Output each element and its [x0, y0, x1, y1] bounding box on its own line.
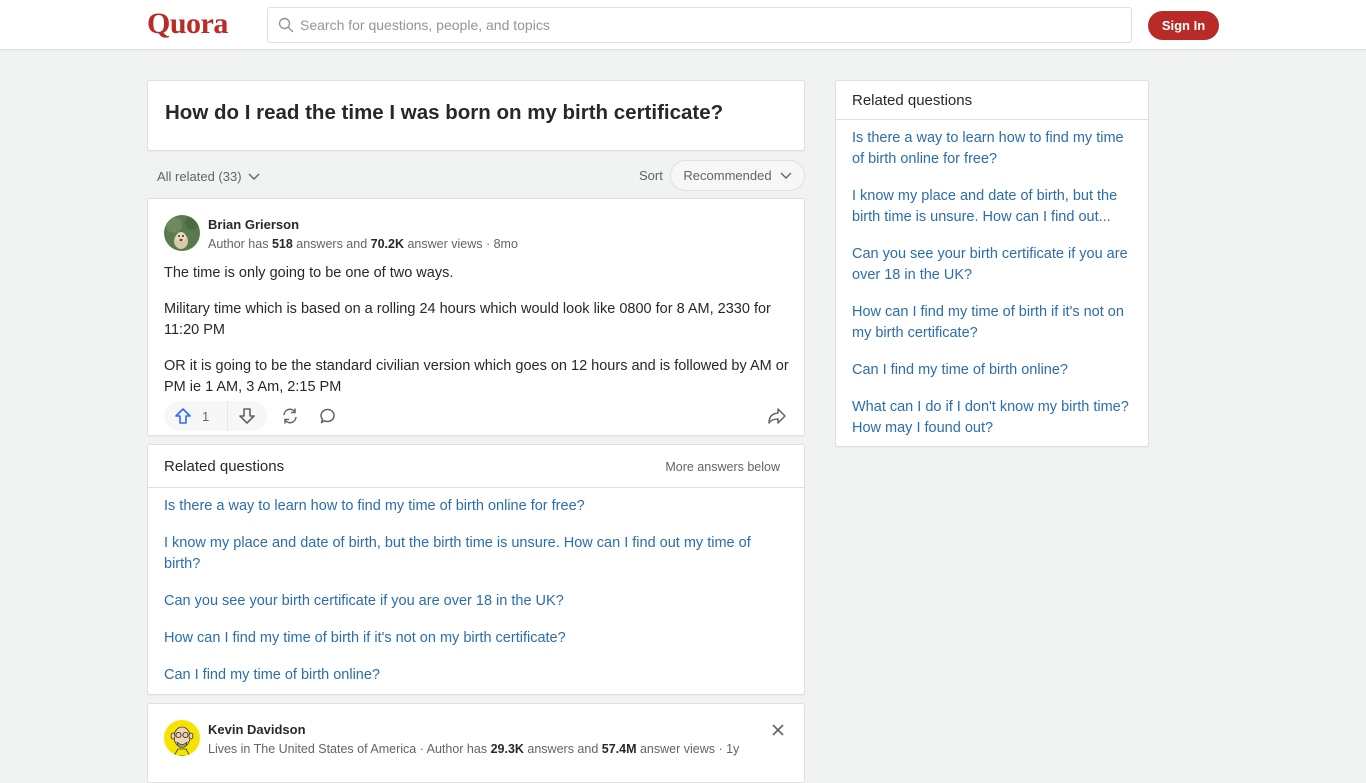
answer-card: Kevin Davidson Lives in The United State…	[147, 703, 805, 783]
answer-card: Brian Grierson Author has 518 answers an…	[147, 198, 805, 436]
downvote-icon	[239, 408, 255, 424]
answer-body: The time is only going to be one of two …	[164, 263, 790, 413]
sidebar-question-link[interactable]: How can I find my time of birth if it's …	[852, 302, 1137, 344]
chevron-down-icon	[780, 172, 792, 179]
question-title: How do I read the time I was born on my …	[165, 101, 724, 124]
answer-paragraph: OR it is going to be the standard civili…	[164, 358, 789, 395]
sidebar-header: Related questions	[836, 81, 1148, 120]
quora-logo[interactable]: Quora	[147, 7, 228, 41]
search-input[interactable]	[300, 17, 1100, 33]
answer-actions: 1	[164, 401, 790, 431]
sort-label: Sort	[639, 168, 663, 183]
sidebar-title: Related questions	[852, 92, 973, 109]
related-question-link[interactable]: How can I find my time of birth if it's …	[164, 628, 789, 649]
author-credentials: Author has 518 answers and 70.2K answer …	[208, 237, 518, 251]
related-question-link[interactable]: Can I find my time of birth online?	[164, 665, 789, 686]
sidebar-question-link[interactable]: Can you see your birth certificate if yo…	[852, 244, 1137, 286]
chevron-down-icon	[248, 173, 260, 180]
more-answers-below: More answers below	[665, 460, 780, 474]
sort-dropdown[interactable]: Recommended	[670, 160, 805, 191]
sign-in-button[interactable]: Sign In	[1148, 11, 1219, 40]
related-question-link[interactable]: I know my place and date of birth, but t…	[164, 533, 789, 575]
related-question-link[interactable]: Can you see your birth certificate if yo…	[164, 591, 789, 612]
sort-value: Recommended	[683, 168, 772, 183]
search-box[interactable]	[267, 7, 1132, 43]
related-questions-inline: Related questions More answers below Is …	[147, 444, 805, 695]
sidebar-question-link[interactable]: What can I do if I don't know my birth t…	[852, 397, 1137, 439]
dismiss-button[interactable]	[768, 720, 788, 740]
related-question-link[interactable]: Is there a way to learn how to find my t…	[164, 496, 789, 517]
all-related-label: All related (33)	[157, 169, 242, 184]
author-name[interactable]: Kevin Davidson	[208, 722, 306, 737]
comment-button[interactable]	[313, 401, 343, 431]
question-card: How do I read the time I was born on my …	[147, 80, 805, 151]
share-icon	[768, 408, 786, 424]
repost-icon	[283, 408, 297, 424]
upvote-count: 1	[202, 408, 210, 424]
avatar[interactable]	[164, 720, 200, 756]
sidebar-list: Is there a way to learn how to find my t…	[852, 128, 1137, 455]
share-button[interactable]	[762, 401, 792, 431]
downvote-button[interactable]	[228, 401, 266, 431]
related-title: Related questions	[164, 458, 285, 475]
answer-paragraph: Military time which is based on a rollin…	[164, 301, 771, 338]
related-list: Is there a way to learn how to find my t…	[164, 496, 789, 702]
sidebar-question-link[interactable]: I know my place and date of birth, but t…	[852, 186, 1137, 228]
sidebar-related-questions: Related questions Is there a way to lear…	[835, 80, 1149, 447]
share-repost-button[interactable]	[275, 401, 305, 431]
sidebar-question-link[interactable]: Can I find my time of birth online?	[852, 360, 1137, 381]
vote-group: 1	[164, 401, 267, 431]
related-header: Related questions More answers below	[148, 445, 804, 488]
top-bar: Quora Sign In	[0, 0, 1366, 50]
upvote-icon	[175, 408, 191, 424]
avatar[interactable]	[164, 215, 200, 251]
filter-row: All related (33) Sort Recommended	[147, 160, 805, 192]
author-name[interactable]: Brian Grierson	[208, 217, 299, 232]
search-icon	[278, 17, 294, 33]
close-icon	[772, 724, 784, 736]
all-related-dropdown[interactable]: All related (33)	[157, 169, 260, 184]
comment-icon	[320, 408, 335, 424]
upvote-button[interactable]: 1	[164, 401, 228, 431]
author-credentials: Lives in The United States of America · …	[208, 742, 740, 756]
answer-paragraph: The time is only going to be one of two …	[164, 265, 454, 281]
sidebar-question-link[interactable]: Is there a way to learn how to find my t…	[852, 128, 1137, 170]
